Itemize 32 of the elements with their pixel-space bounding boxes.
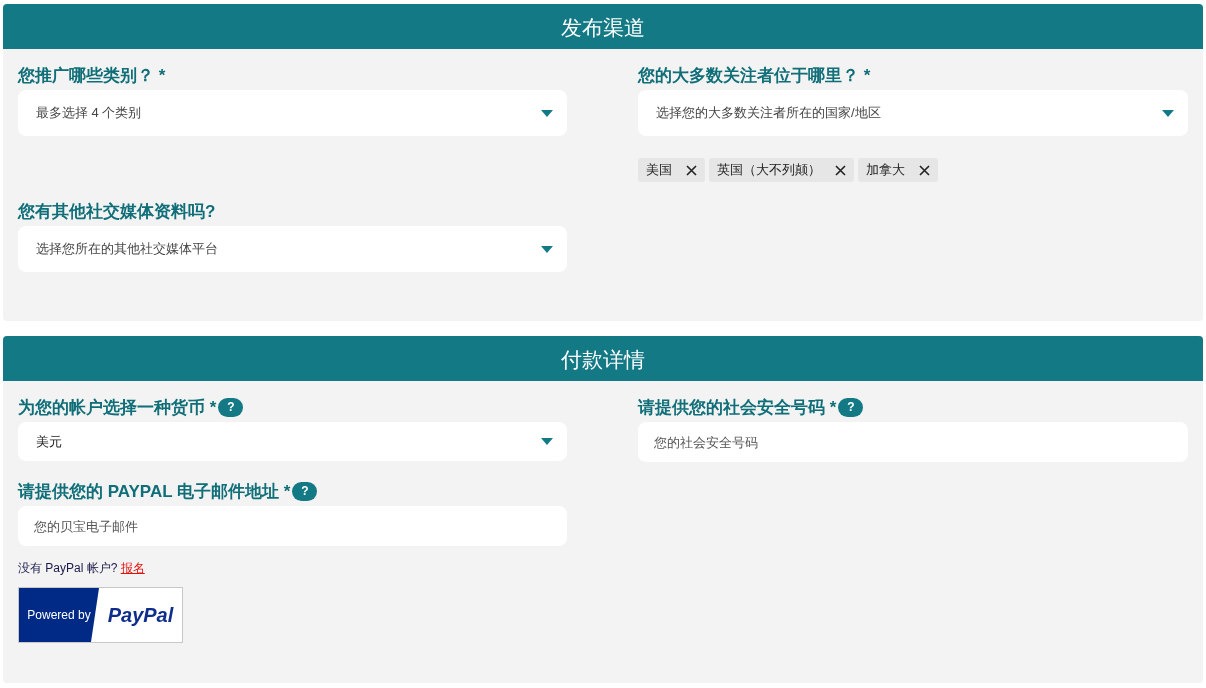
input-field[interactable]: 您的社会安全号码 <box>638 422 1188 462</box>
section-header: 发布渠道 <box>3 4 1203 49</box>
caret-icon <box>1162 109 1174 117</box>
field-label: 为您的帐户选择一种货币 * <box>18 396 217 419</box>
field-label: 您有其他社交媒体资料吗? <box>18 200 216 223</box>
field-label: 请提供您的 PAYPAL 电子邮件地址 * <box>18 480 291 503</box>
caret-icon <box>541 438 553 445</box>
help-icon[interactable]: ? <box>292 481 318 501</box>
remove-icon[interactable] <box>919 164 930 176</box>
tag-label: 加拿大 <box>866 161 905 179</box>
dropdown-field[interactable]: 选择您的大多数关注者所在的国家/地区 <box>638 90 1188 136</box>
paypal-badge[interactable]: Powered by PayPal <box>18 587 183 643</box>
field-label: 您的大多数关注者位于哪里？ * <box>638 64 871 87</box>
section-header: 付款详情 <box>3 336 1203 381</box>
dropdown-field[interactable]: 最多选择 4 个类别 <box>18 90 567 136</box>
tag-label: 美国 <box>646 161 672 179</box>
paypal-logo: PayPal <box>106 602 175 628</box>
powered-by-text: Powered by <box>19 588 99 642</box>
caret-icon <box>541 109 553 117</box>
field-label: 您推广哪些类别？ * <box>18 64 166 87</box>
dropdown-field[interactable]: 选择您所在的其他社交媒体平台 <box>18 226 567 272</box>
remove-icon[interactable] <box>835 164 846 176</box>
signup-note: 没有 PayPal 帐户? 报名 <box>18 560 146 577</box>
field-label: 请提供您的社会安全号码 * <box>638 396 837 419</box>
remove-icon[interactable] <box>686 164 697 176</box>
tag-label: 英国（大不列颠） <box>717 161 821 179</box>
input-field[interactable]: 您的贝宝电子邮件 <box>18 506 567 546</box>
signup-link[interactable]: 报名 <box>120 561 145 575</box>
caret-icon <box>541 245 553 253</box>
dropdown-field[interactable]: 美元 <box>18 422 567 461</box>
help-icon[interactable]: ? <box>218 397 244 417</box>
help-icon[interactable]: ? <box>838 397 864 417</box>
